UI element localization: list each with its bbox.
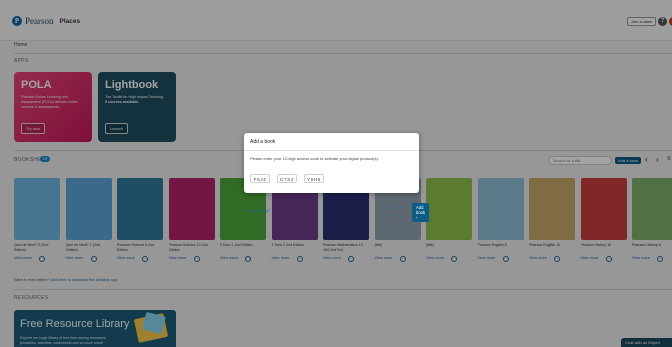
- access-code-field[interactable]: C7S2: [277, 174, 297, 183]
- add-book-confirm-button[interactable]: Add book ›: [412, 203, 430, 222]
- dialog-title: Add a book: [250, 139, 276, 145]
- cancel-button[interactable]: Cancel: [390, 205, 402, 210]
- need-help-link[interactable]: Need help?: [250, 208, 270, 213]
- divider: [244, 150, 419, 151]
- add-book-dialog: Add a book Please enter your 12-digit ac…: [244, 133, 430, 222]
- access-code-field[interactable]: F6J4: [250, 174, 270, 183]
- add-book-label: Add book: [416, 205, 426, 215]
- access-code-field[interactable]: Y5H5: [304, 174, 324, 183]
- chevron-right-icon: ›: [416, 215, 418, 220]
- dialog-prompt: Please enter your 12-digit access code t…: [250, 156, 379, 161]
